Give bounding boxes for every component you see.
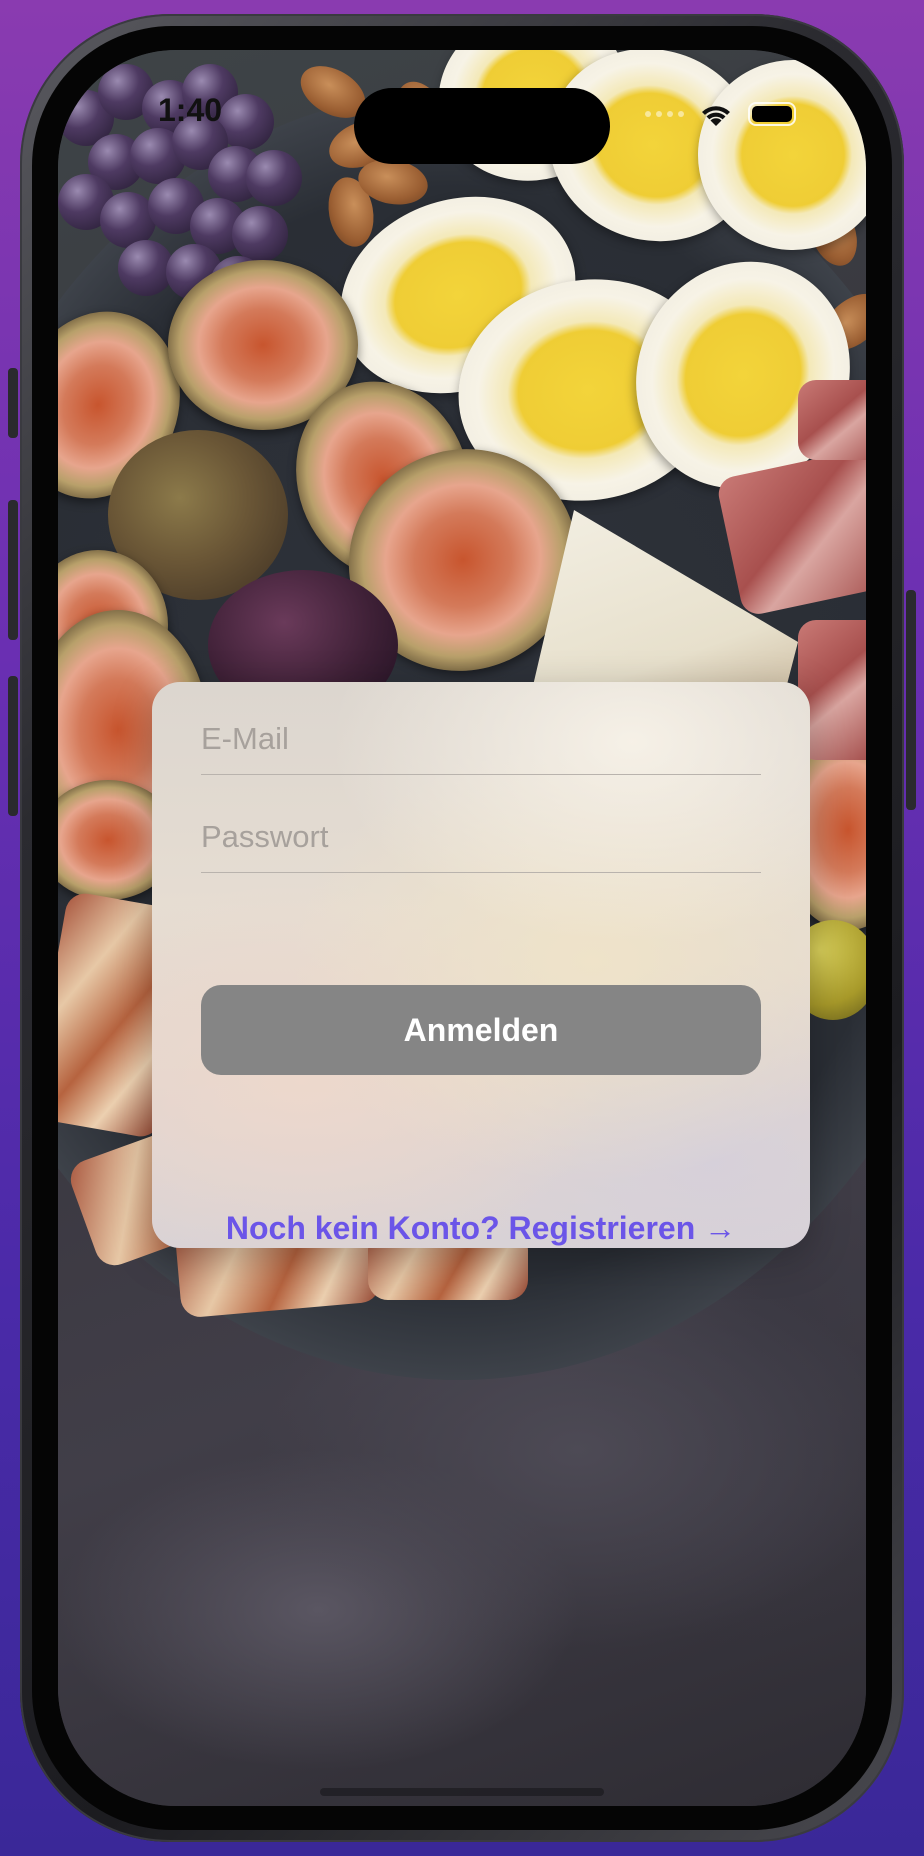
email-field-wrapper [201, 704, 761, 775]
home-indicator[interactable] [320, 1788, 604, 1796]
password-field[interactable] [201, 802, 761, 872]
action-button[interactable] [8, 368, 18, 438]
status-time: 1:40 [158, 92, 223, 128]
screen: 1:40 Anmelden Noch kein Konto [58, 50, 866, 1806]
volume-up-button[interactable] [8, 500, 18, 640]
password-field-wrapper [201, 802, 761, 873]
status-icons [645, 100, 796, 128]
volume-down-button[interactable] [8, 676, 18, 816]
email-field[interactable] [201, 704, 761, 774]
login-button[interactable]: Anmelden [201, 985, 761, 1075]
cellular-signal-icon [645, 111, 684, 117]
register-link[interactable]: Noch kein Konto? Registrieren → [152, 1210, 810, 1247]
login-card: Anmelden Noch kein Konto? Registrieren → [152, 682, 810, 1248]
dynamic-island [354, 88, 610, 164]
wifi-icon [702, 106, 730, 126]
power-button[interactable] [906, 590, 916, 810]
battery-icon [748, 102, 796, 126]
phone-frame: 1:40 Anmelden Noch kein Konto [20, 14, 904, 1842]
